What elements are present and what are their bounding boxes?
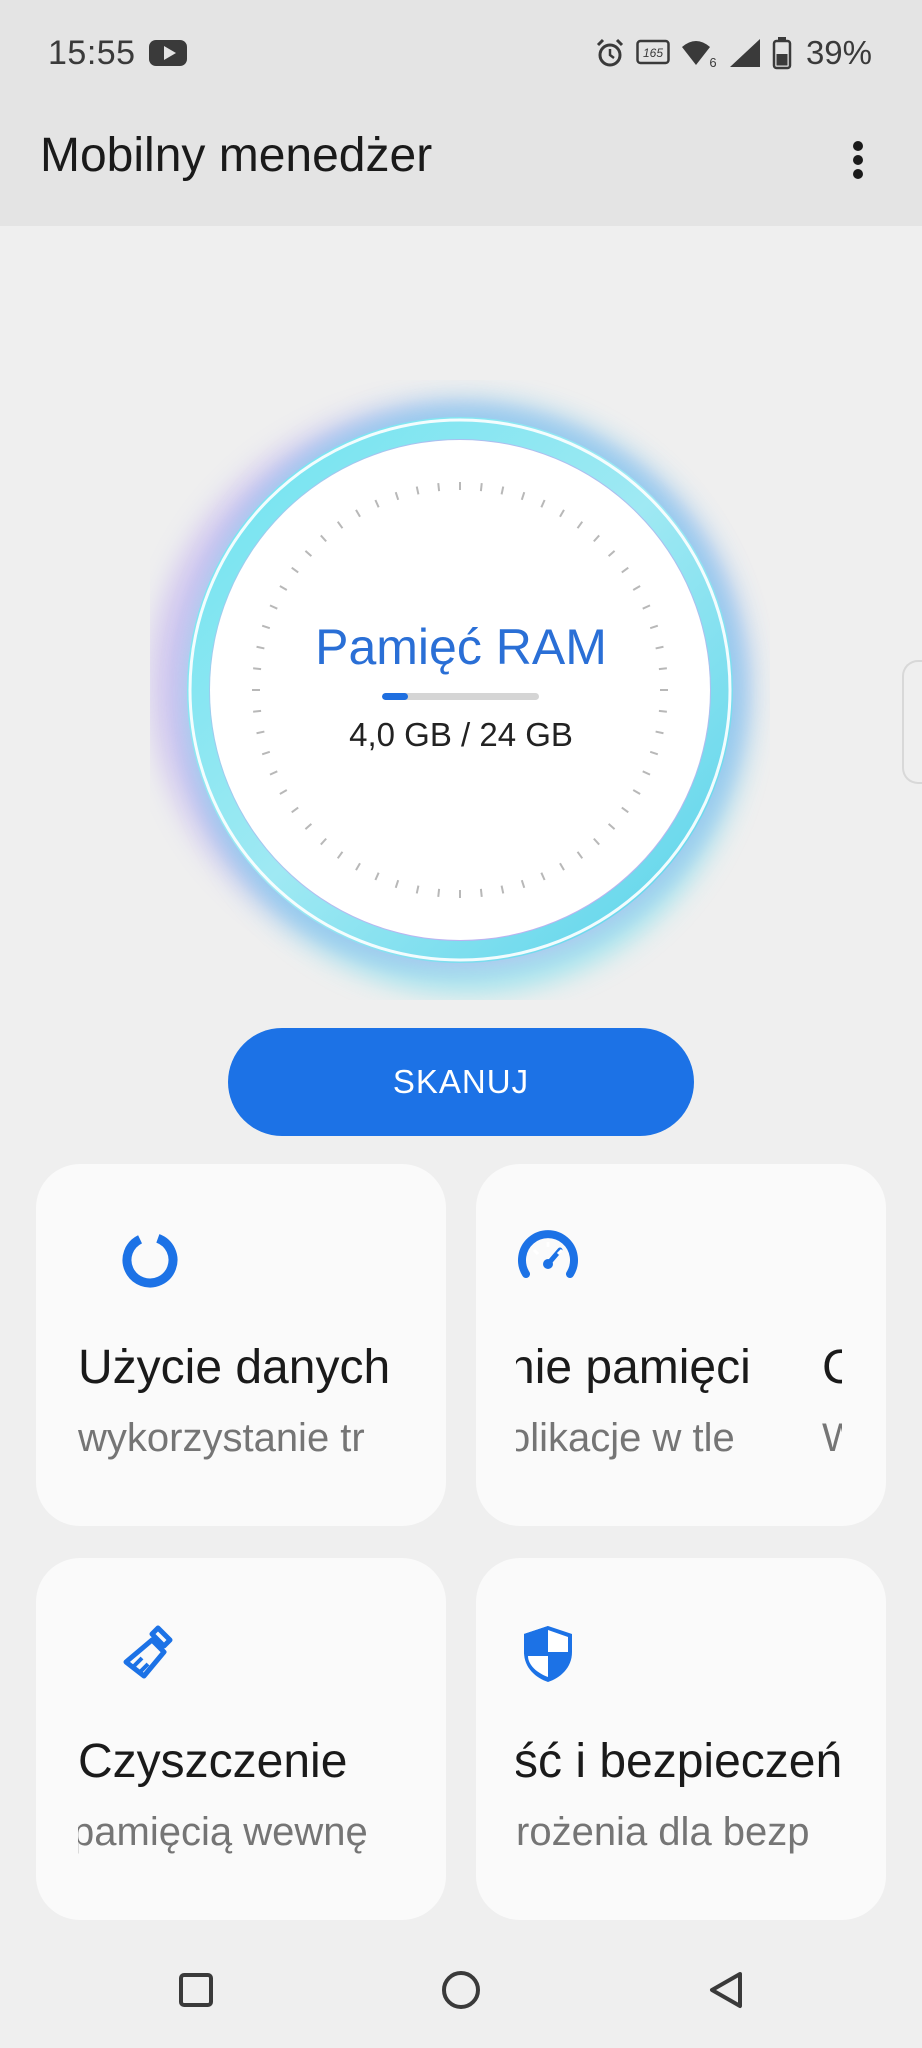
broom-icon: [123, 1625, 173, 1679]
svg-text:6: 6: [709, 55, 716, 69]
svg-text:165: 165: [643, 46, 663, 60]
mobile-manager-screen: 15:55 165 6 39% Mobilny menedżer Pamięć …: [0, 0, 922, 2048]
battery-icon: [772, 37, 792, 70]
ram-title: Pamięć RAM: [315, 619, 607, 675]
dial-tick: [253, 709, 262, 713]
card-title: ść i bezpieczeń: [516, 1735, 842, 1788]
dial-tick: [437, 888, 441, 897]
card-memory[interactable]: nie pamięci olikacje w tle C W: [476, 1164, 886, 1526]
battery-percent: 39%: [805, 34, 872, 71]
card-content: nie pamięci olikacje w tle C W: [516, 1164, 842, 1526]
speedometer-icon: [518, 1230, 578, 1278]
card-subtitle: rożenia dla bezp: [516, 1810, 810, 1854]
navigation-bar: [0, 1930, 922, 2048]
alarm-icon: [596, 38, 623, 67]
shield-icon: [524, 1626, 572, 1682]
youtube-icon: [149, 40, 187, 66]
scan-button[interactable]: SKANUJ: [228, 1028, 694, 1136]
card-content: ść i bezpieczeń rożenia dla bezp: [516, 1558, 842, 1920]
signal-icon: [729, 39, 760, 67]
card-cleaning[interactable]: Czyszczenie pamięcią wewnę: [36, 1558, 446, 1920]
data-usage-icon: [122, 1232, 178, 1288]
recent-apps-icon[interactable]: [166, 1960, 226, 2020]
ram-usage-fill: [382, 693, 409, 700]
card-subtitle: olikacje w tle: [516, 1416, 735, 1460]
status-icons: 165 6 39%: [594, 30, 872, 76]
card-subtitle: wykorzystanie tr: [78, 1416, 365, 1460]
card-content: Użycie danych wykorzystanie tr: [78, 1164, 402, 1526]
card-next-title: C: [822, 1341, 842, 1394]
ram-ring: [150, 380, 770, 1000]
ram-value: 4,0 GB / 24 GB: [349, 716, 573, 753]
home-icon[interactable]: [431, 1960, 491, 2020]
card-title: Użycie danych: [78, 1341, 391, 1394]
card-title: Czyszczenie: [78, 1735, 348, 1788]
card-data-usage[interactable]: Użycie danych wykorzystanie tr: [36, 1164, 446, 1526]
card-next-subtitle: W: [822, 1416, 842, 1460]
ram-usage-bar: [382, 693, 539, 700]
dial-tick: [479, 888, 483, 897]
card-security[interactable]: ść i bezpieczeń rożenia dla bezp: [476, 1558, 886, 1920]
dial-tick: [437, 483, 441, 492]
dial-tick: [658, 709, 667, 713]
ram-ring-graphic: [152, 395, 755, 993]
status-time: 15:55: [48, 34, 136, 72]
refresh-rate-icon: 165: [636, 39, 670, 65]
more-vert-icon[interactable]: [836, 138, 880, 182]
edge-panel-handle[interactable]: [902, 660, 922, 784]
top-bar: 15:55 165 6 39% Mobilny menedżer: [0, 0, 922, 226]
card-title: nie pamięci: [516, 1341, 751, 1394]
app-title: Mobilny menedżer: [40, 129, 433, 182]
card-subtitle: pamięcią wewnę: [78, 1810, 368, 1854]
back-icon[interactable]: [696, 1960, 756, 2020]
dial-tick: [479, 483, 483, 492]
card-content: Czyszczenie pamięcią wewnę: [78, 1558, 402, 1920]
wifi-6-icon: 6: [681, 41, 717, 69]
